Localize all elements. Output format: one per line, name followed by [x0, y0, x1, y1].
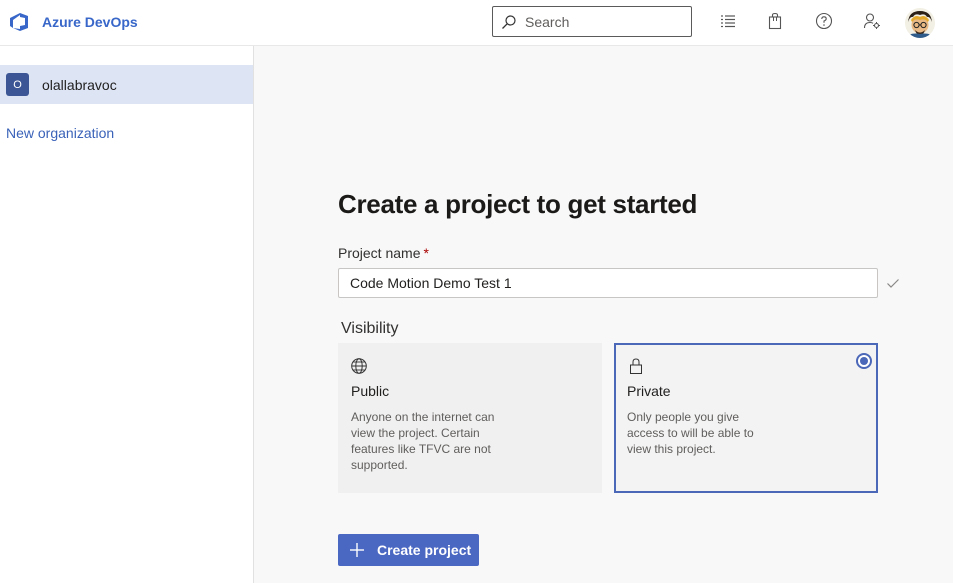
help-icon[interactable] — [814, 11, 834, 31]
search-input[interactable] — [525, 13, 685, 30]
user-settings-icon[interactable] — [862, 11, 882, 31]
visibility-option-private[interactable]: Private Only people you give access to w… — [614, 343, 878, 493]
project-name-label: Project name * — [338, 245, 429, 261]
work-items-icon[interactable] — [718, 11, 738, 31]
search-box[interactable] — [492, 6, 692, 37]
marketplace-bag-icon[interactable] — [765, 11, 785, 31]
lock-icon — [630, 358, 642, 374]
organization-name: olallabravoc — [42, 76, 117, 93]
create-project-label: Create project — [377, 542, 472, 558]
create-project-button[interactable]: Create project — [338, 534, 479, 566]
brand-name: Azure DevOps — [42, 14, 138, 30]
sidebar-item-organization[interactable]: O olallabravoc — [0, 65, 253, 104]
visibility-option-public[interactable]: Public Anyone on the internet can view t… — [338, 343, 602, 493]
public-option-title: Public — [351, 383, 390, 399]
sidebar: O olallabravoc New organization — [0, 46, 254, 583]
checkmark-icon — [887, 279, 899, 288]
page-title: Create a project to get started — [338, 189, 698, 219]
organization-badge: O — [6, 73, 29, 96]
plus-icon — [350, 543, 364, 557]
radio-dot — [860, 357, 868, 365]
top-bar: Azure DevOps — [0, 0, 953, 46]
private-option-title: Private — [627, 383, 671, 399]
brand[interactable]: Azure DevOps — [8, 11, 138, 33]
azure-devops-logo-icon — [10, 13, 28, 31]
project-name-input[interactable] — [338, 268, 878, 298]
private-radio-selected[interactable] — [856, 353, 872, 369]
public-option-description: Anyone on the internet can view the proj… — [351, 410, 495, 472]
private-option-description: Only people you give access to will be a… — [627, 410, 754, 456]
project-name-label-text: Project name — [338, 245, 421, 261]
visibility-label: Visibility — [341, 320, 399, 337]
user-avatar[interactable] — [905, 8, 935, 38]
globe-icon — [351, 358, 367, 374]
required-marker: * — [423, 245, 429, 261]
search-icon — [502, 14, 516, 29]
new-organization-link[interactable]: New organization — [6, 125, 114, 141]
